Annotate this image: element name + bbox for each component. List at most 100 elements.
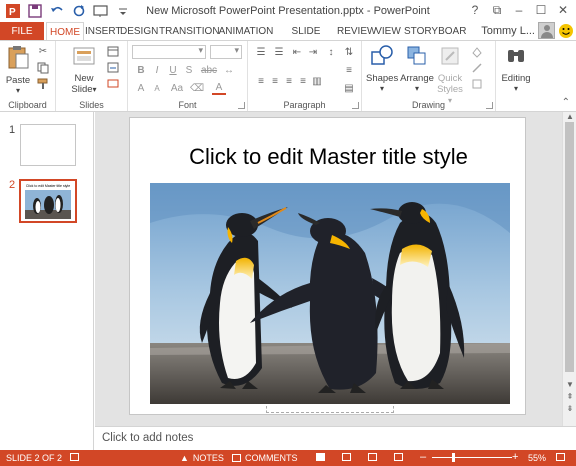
reading-view-icon[interactable] [368,453,377,461]
italic-button[interactable]: I [150,64,164,77]
font-color-button[interactable]: A [212,82,226,95]
layout-icon[interactable] [106,45,120,58]
footer-placeholder[interactable] [266,406,394,413]
align-left-icon[interactable]: ≡ [254,75,268,88]
grow-font-button[interactable]: A [134,82,148,95]
notes-pane[interactable]: Click to add notes [95,426,576,450]
shape-outline-icon[interactable] [470,61,484,74]
tab-slide-show[interactable]: SLIDE SHOW [277,22,335,56]
user-account[interactable]: Tommy L... [481,22,574,39]
vertical-scrollbar[interactable]: ▲ ▼ ⇞ ⇟ [562,112,576,426]
font-dialog-launcher[interactable] [238,102,245,109]
scroll-thumb[interactable] [565,122,574,372]
ribbon-display-button[interactable]: ⧉ [486,0,508,20]
cut-icon[interactable]: ✂ [36,45,50,58]
paragraph-dialog-launcher[interactable] [352,102,359,109]
change-case-button[interactable]: Aa [168,82,186,95]
quick-styles-button[interactable]: Quick Styles ▾ [434,44,466,106]
zoom-level[interactable]: 55% [528,453,546,463]
drawing-group-label: Drawing [411,100,445,110]
align-right-icon[interactable]: ≡ [282,75,296,88]
shrink-font-button[interactable]: A [150,82,164,95]
bullets-icon[interactable]: ☰ [254,46,268,59]
copy-icon[interactable] [36,61,50,74]
zoom-slider-track[interactable] [432,457,512,458]
slide-title-placeholder[interactable]: Click to edit Master title style [130,144,527,170]
tab-home[interactable]: HOME [46,22,84,41]
line-spacing-icon[interactable]: ↕ [324,46,338,59]
shapes-button[interactable]: Shapes ▾ [366,44,398,93]
slide-thumbnail-2[interactable]: Click to edit Master title style [19,179,77,223]
char-spacing-icon[interactable]: ↔ [222,64,236,77]
bold-button[interactable]: B [134,64,148,77]
penguin-picture[interactable] [150,183,510,404]
notes-placeholder[interactable]: Click to add notes [102,432,193,444]
new-slide-dropdown-icon[interactable]: ▾ [93,85,97,94]
zoom-out-icon[interactable]: – [420,451,426,463]
tab-review[interactable]: REVIEW [337,22,376,41]
collapse-ribbon-icon[interactable]: ⌃ [562,97,570,108]
maximize-button[interactable]: ☐ [530,0,552,20]
increase-indent-icon[interactable]: ⇥ [306,46,320,59]
strikethrough-button[interactable]: abc [200,64,218,77]
scroll-down-icon[interactable]: ▼ [563,380,576,390]
justify-icon[interactable]: ≡ [296,75,310,88]
slideshow-view-icon[interactable] [394,453,403,461]
editing-dropdown-icon[interactable]: ▾ [498,84,534,93]
tab-file[interactable]: FILE [0,22,44,41]
arrange-label: Arrange [400,73,434,84]
tab-storyboard[interactable]: STORYBOAR [404,22,466,41]
paste-button[interactable]: Paste ▾ [4,44,32,95]
text-direction-icon[interactable]: ⇅ [342,46,356,59]
numbering-icon[interactable]: ☰ [272,46,286,59]
arrange-button[interactable]: Arrange ▾ [400,44,434,93]
thumbnail-number-2: 2 [9,179,16,191]
comments-toggle-button[interactable]: COMMENTS [232,453,298,463]
tab-transition[interactable]: TRANSITION [159,22,220,41]
decrease-indent-icon[interactable]: ⇤ [290,46,304,59]
editing-button[interactable]: Editing ▾ [498,44,534,93]
clear-format-icon[interactable]: ⌫ [190,82,204,95]
reset-icon[interactable] [106,61,120,74]
tab-view[interactable]: VIEW [375,22,401,41]
slide-sorter-view-icon[interactable] [342,453,351,461]
user-name[interactable]: Tommy L... [481,25,535,37]
shapes-dropdown-icon[interactable]: ▾ [366,84,398,93]
avatar[interactable] [538,22,555,39]
help-button[interactable]: ? [464,0,486,20]
normal-view-icon[interactable] [316,453,325,461]
previous-slide-icon[interactable]: ⇞ [563,392,576,402]
zoom-in-icon[interactable]: + [512,451,518,463]
align-text-icon[interactable]: ≡ [342,64,356,77]
current-slide[interactable]: Click to edit Master title style [129,117,526,415]
fit-to-window-icon[interactable] [556,453,565,461]
slide-thumbnail-1[interactable] [20,124,76,166]
font-size-combo[interactable] [210,45,242,59]
shape-fill-icon[interactable] [470,45,484,58]
smiley-feedback-icon[interactable] [558,23,574,39]
paste-dropdown-icon[interactable]: ▾ [4,86,32,95]
underline-button[interactable]: U [166,64,180,77]
section-icon[interactable] [106,77,120,90]
minimize-button[interactable]: – [508,0,530,20]
arrange-dropdown-icon[interactable]: ▾ [400,84,434,93]
editing-label: Editing [501,73,531,84]
tab-animation[interactable]: ANIMATION [218,22,274,41]
shape-effects-icon[interactable] [470,77,484,90]
new-slide-button[interactable]: New Slide▾ [68,44,100,95]
notes-toggle-button[interactable]: ▲ NOTES [180,453,224,463]
tab-insert[interactable]: INSERT [85,22,122,41]
tab-design[interactable]: DESIGN [120,22,158,41]
close-button[interactable]: ✕ [552,0,574,20]
drawing-dialog-launcher[interactable] [486,102,493,109]
scroll-up-icon[interactable]: ▲ [563,112,576,122]
shadow-button[interactable]: S [182,64,196,77]
align-center-icon[interactable]: ≡ [268,75,282,88]
font-name-combo[interactable] [132,45,206,59]
smartart-icon[interactable]: ▤ [342,82,356,95]
next-slide-icon[interactable]: ⇟ [563,404,576,414]
columns-icon[interactable]: ▥ [310,75,324,88]
format-painter-icon[interactable] [36,77,50,90]
zoom-slider-knob[interactable] [452,453,455,462]
spell-check-icon[interactable] [70,453,79,461]
